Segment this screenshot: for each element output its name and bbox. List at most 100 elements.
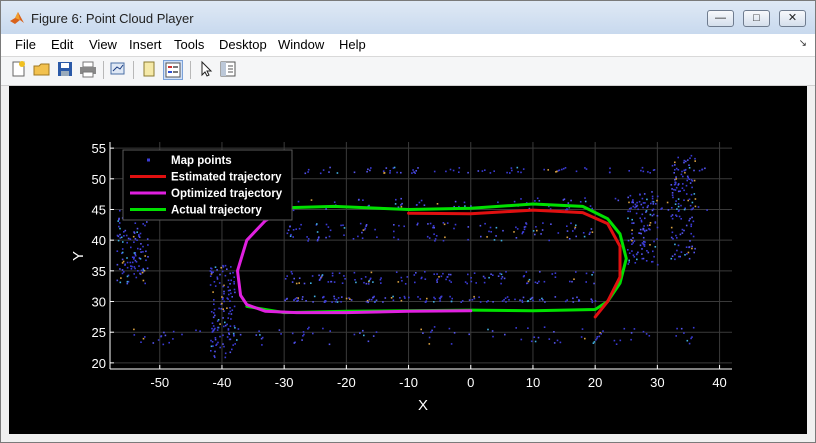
property-editor-button[interactable]: [219, 60, 239, 80]
map-point: [341, 282, 344, 284]
menu-tools[interactable]: Tools: [174, 37, 204, 52]
maximize-button[interactable]: □: [743, 10, 770, 27]
map-point: [231, 348, 233, 351]
map-point: [293, 342, 296, 344]
map-point: [261, 344, 263, 346]
map-point: [680, 218, 682, 220]
map-point: [448, 273, 450, 276]
map-point: [221, 298, 224, 300]
map-point: [584, 167, 586, 169]
map-point: [543, 280, 546, 283]
map-point: [674, 183, 677, 185]
map-point: [307, 168, 310, 171]
map-point: [222, 308, 224, 310]
map-point: [527, 300, 529, 302]
y-tick-label: 20: [92, 356, 106, 371]
pointer-button[interactable]: [197, 60, 217, 80]
map-point: [584, 337, 586, 340]
map-point: [680, 204, 682, 207]
map-point: [214, 356, 216, 359]
map-point: [515, 237, 518, 239]
menu-view[interactable]: View: [89, 37, 117, 52]
map-point: [686, 175, 689, 178]
map-point: [440, 275, 443, 278]
map-point: [675, 178, 677, 180]
map-point: [477, 170, 480, 172]
map-point: [652, 203, 655, 205]
x-tick-label: 10: [526, 375, 540, 390]
menu-insert[interactable]: Insert: [129, 37, 162, 52]
map-point: [554, 296, 557, 298]
map-point: [222, 317, 224, 319]
map-point: [670, 257, 673, 260]
save-button[interactable]: [56, 60, 76, 80]
map-point: [640, 169, 642, 172]
map-point: [593, 341, 596, 343]
map-point: [535, 226, 537, 228]
point-cloud-plot[interactable]: -50 -40 -30 -20 -10 0 10 20 30 40 20 25 30 35 40 45 50 55…: [9, 86, 807, 434]
map-point: [687, 159, 689, 161]
menu-help[interactable]: Help: [339, 37, 366, 52]
map-point: [353, 171, 356, 174]
map-point: [637, 208, 639, 211]
map-point: [305, 300, 307, 302]
map-point: [691, 216, 693, 219]
map-point: [311, 275, 314, 277]
legend[interactable]: Map points Estimated trajectory Optimized …: [122, 149, 293, 221]
open-file-button[interactable]: [33, 60, 53, 80]
map-point: [641, 257, 644, 260]
close-button[interactable]: ✕: [779, 10, 806, 27]
y-tick-label: 40: [92, 233, 106, 248]
map-point: [568, 238, 571, 240]
map-point: [126, 282, 129, 285]
menu-window[interactable]: Window: [278, 37, 324, 52]
map-point: [367, 340, 370, 343]
map-point: [527, 280, 530, 283]
show-plot-tools-button[interactable]: [163, 60, 183, 80]
menu-file[interactable]: File: [15, 37, 36, 52]
map-point: [383, 172, 385, 174]
map-point: [226, 268, 228, 270]
minimize-button[interactable]: —: [707, 10, 734, 27]
map-point: [140, 269, 143, 272]
map-point: [536, 282, 539, 284]
map-point: [412, 169, 414, 171]
dock-arrow-icon[interactable]: ↘: [799, 38, 807, 49]
map-point: [585, 281, 587, 283]
menu-edit[interactable]: Edit: [51, 37, 73, 52]
map-point: [375, 331, 378, 333]
map-point: [133, 256, 135, 259]
map-point: [393, 166, 396, 169]
link-plot-button[interactable]: [109, 60, 129, 80]
map-point: [234, 327, 236, 329]
map-point: [675, 167, 678, 170]
map-point: [436, 203, 439, 205]
map-point: [119, 281, 122, 284]
x-tick-label: 40: [712, 375, 726, 390]
menu-desktop[interactable]: Desktop: [219, 37, 267, 52]
map-point: [124, 229, 127, 232]
map-point: [233, 282, 235, 285]
map-point: [488, 276, 490, 279]
map-point: [680, 251, 683, 253]
map-point: [633, 256, 636, 258]
new-figure-button[interactable]: [10, 60, 30, 80]
map-point: [531, 296, 534, 299]
map-point: [547, 169, 549, 171]
print-button[interactable]: [79, 60, 99, 80]
map-point: [671, 164, 674, 167]
map-point: [648, 228, 650, 230]
map-point: [211, 322, 214, 324]
map-point: [323, 295, 325, 298]
map-point: [515, 226, 517, 229]
map-point: [123, 231, 125, 233]
map-point: [644, 202, 646, 204]
map-point: [694, 157, 696, 160]
map-point: [359, 332, 361, 334]
map-point: [655, 203, 657, 205]
map-point: [446, 222, 449, 224]
hide-plot-tools-button[interactable]: [140, 60, 160, 80]
map-point: [223, 292, 225, 295]
map-point: [284, 278, 287, 280]
map-point: [395, 271, 398, 273]
